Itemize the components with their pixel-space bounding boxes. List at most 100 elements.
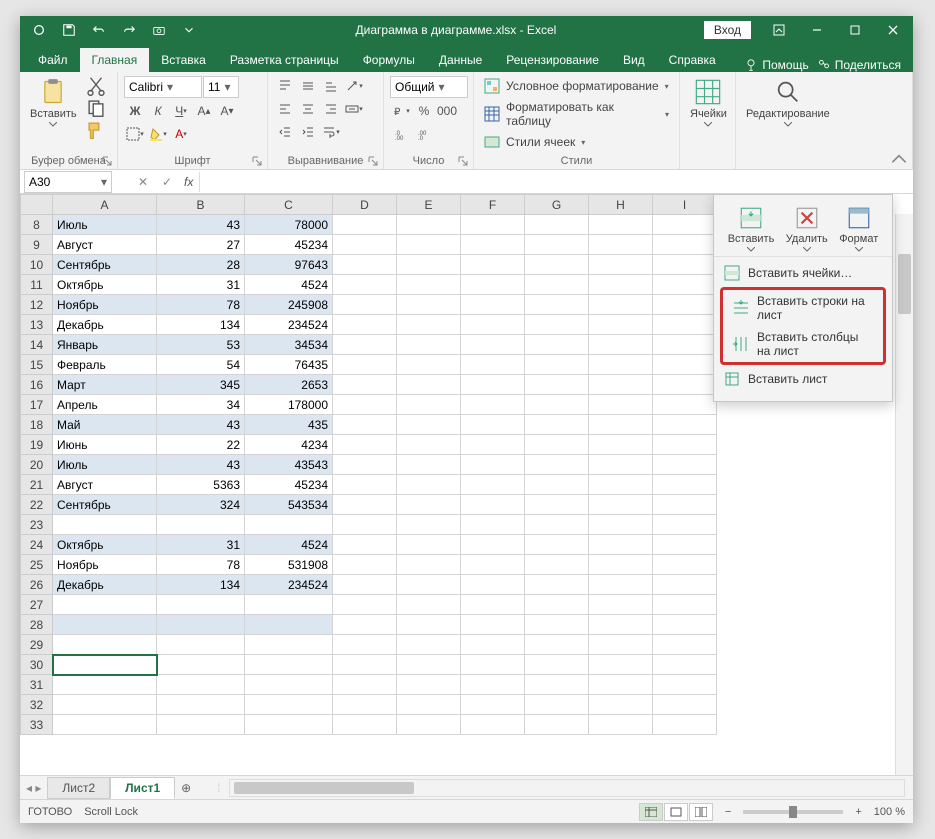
row-header[interactable]: 29: [21, 635, 53, 655]
cell[interactable]: [397, 355, 461, 375]
cell[interactable]: [397, 395, 461, 415]
cell[interactable]: [653, 435, 717, 455]
cell[interactable]: [525, 575, 589, 595]
cell[interactable]: [157, 515, 245, 535]
underline-button[interactable]: Ч▾: [170, 101, 192, 121]
minimize-icon[interactable]: [799, 18, 835, 42]
cell[interactable]: [589, 595, 653, 615]
share-button[interactable]: Поделиться: [817, 58, 901, 72]
ribbon-tab-главная[interactable]: Главная: [80, 48, 150, 72]
cell[interactable]: [333, 695, 397, 715]
cell[interactable]: [397, 715, 461, 735]
cell[interactable]: [333, 715, 397, 735]
row-header[interactable]: 25: [21, 555, 53, 575]
row-header[interactable]: 20: [21, 455, 53, 475]
row-header[interactable]: 18: [21, 415, 53, 435]
borders-icon[interactable]: ▾: [124, 124, 146, 144]
cell[interactable]: [525, 595, 589, 615]
enter-formula-icon[interactable]: ✓: [156, 172, 178, 192]
row-header[interactable]: 17: [21, 395, 53, 415]
cell[interactable]: 324: [157, 495, 245, 515]
cell[interactable]: 76435: [245, 355, 333, 375]
cell[interactable]: [333, 475, 397, 495]
cell[interactable]: [589, 375, 653, 395]
cell[interactable]: [397, 675, 461, 695]
cell[interactable]: 78: [157, 555, 245, 575]
cell[interactable]: [53, 715, 157, 735]
ribbon-tab-рецензирование[interactable]: Рецензирование: [494, 48, 611, 72]
cell[interactable]: [525, 315, 589, 335]
cell[interactable]: [333, 315, 397, 335]
cell[interactable]: [589, 295, 653, 315]
cell[interactable]: 531908: [245, 555, 333, 575]
row-header[interactable]: 11: [21, 275, 53, 295]
cell[interactable]: 31: [157, 275, 245, 295]
cell[interactable]: [525, 375, 589, 395]
row-header[interactable]: 14: [21, 335, 53, 355]
cell[interactable]: 134: [157, 575, 245, 595]
ribbon-tab-файл[interactable]: Файл: [26, 48, 80, 72]
cell[interactable]: [397, 455, 461, 475]
add-sheet-button[interactable]: ⊕: [175, 781, 197, 795]
cell[interactable]: [589, 655, 653, 675]
cell[interactable]: [157, 615, 245, 635]
cell[interactable]: Август: [53, 475, 157, 495]
cell[interactable]: Февраль: [53, 355, 157, 375]
cell[interactable]: [525, 495, 589, 515]
cell[interactable]: [525, 335, 589, 355]
cell[interactable]: [397, 515, 461, 535]
cancel-formula-icon[interactable]: ✕: [132, 172, 154, 192]
row-header[interactable]: 19: [21, 435, 53, 455]
cell[interactable]: [653, 575, 717, 595]
cell[interactable]: [653, 535, 717, 555]
cell[interactable]: [589, 635, 653, 655]
conditional-format-button[interactable]: Условное форматирование▾: [480, 76, 673, 96]
cell[interactable]: 234524: [245, 315, 333, 335]
cell[interactable]: [653, 555, 717, 575]
cut-icon[interactable]: [85, 76, 107, 96]
cell[interactable]: 31: [157, 535, 245, 555]
zoom-slider[interactable]: [743, 810, 843, 814]
row-header[interactable]: 30: [21, 655, 53, 675]
sheet-tab[interactable]: Лист2: [47, 777, 110, 799]
cell[interactable]: 4524: [245, 275, 333, 295]
undo-icon[interactable]: [86, 19, 112, 41]
decrease-indent-icon[interactable]: [274, 122, 296, 142]
cell[interactable]: [525, 395, 589, 415]
save-icon[interactable]: [56, 19, 82, 41]
cell[interactable]: [397, 535, 461, 555]
cell[interactable]: [589, 575, 653, 595]
cell[interactable]: [333, 375, 397, 395]
cell[interactable]: [653, 655, 717, 675]
cell[interactable]: [525, 655, 589, 675]
row-header[interactable]: 27: [21, 595, 53, 615]
cell[interactable]: Июль: [53, 455, 157, 475]
cell[interactable]: [461, 275, 525, 295]
align-bottom-icon[interactable]: [320, 76, 342, 96]
cell[interactable]: [245, 595, 333, 615]
ribbon-tab-формулы[interactable]: Формулы: [351, 48, 427, 72]
zoom-in-button[interactable]: +: [855, 806, 861, 818]
cell[interactable]: 28: [157, 255, 245, 275]
cell[interactable]: Январь: [53, 335, 157, 355]
ribbon-tab-вставка[interactable]: Вставка: [149, 48, 218, 72]
cell[interactable]: [589, 435, 653, 455]
cell[interactable]: [245, 635, 333, 655]
col-header[interactable]: B: [157, 195, 245, 215]
cell[interactable]: [653, 695, 717, 715]
cell[interactable]: [461, 255, 525, 275]
row-header[interactable]: 24: [21, 535, 53, 555]
editing-button[interactable]: Редактирование: [742, 76, 834, 129]
cell[interactable]: [245, 675, 333, 695]
cell[interactable]: [157, 675, 245, 695]
cell[interactable]: [53, 595, 157, 615]
name-box[interactable]: A30▾: [24, 171, 112, 193]
cell[interactable]: 43543: [245, 455, 333, 475]
align-center-icon[interactable]: [297, 99, 319, 119]
ribbon-tab-данные[interactable]: Данные: [427, 48, 494, 72]
cell[interactable]: [397, 315, 461, 335]
cell[interactable]: 45234: [245, 235, 333, 255]
row-header[interactable]: 8: [21, 215, 53, 235]
cell[interactable]: 27: [157, 235, 245, 255]
cell[interactable]: [653, 235, 717, 255]
